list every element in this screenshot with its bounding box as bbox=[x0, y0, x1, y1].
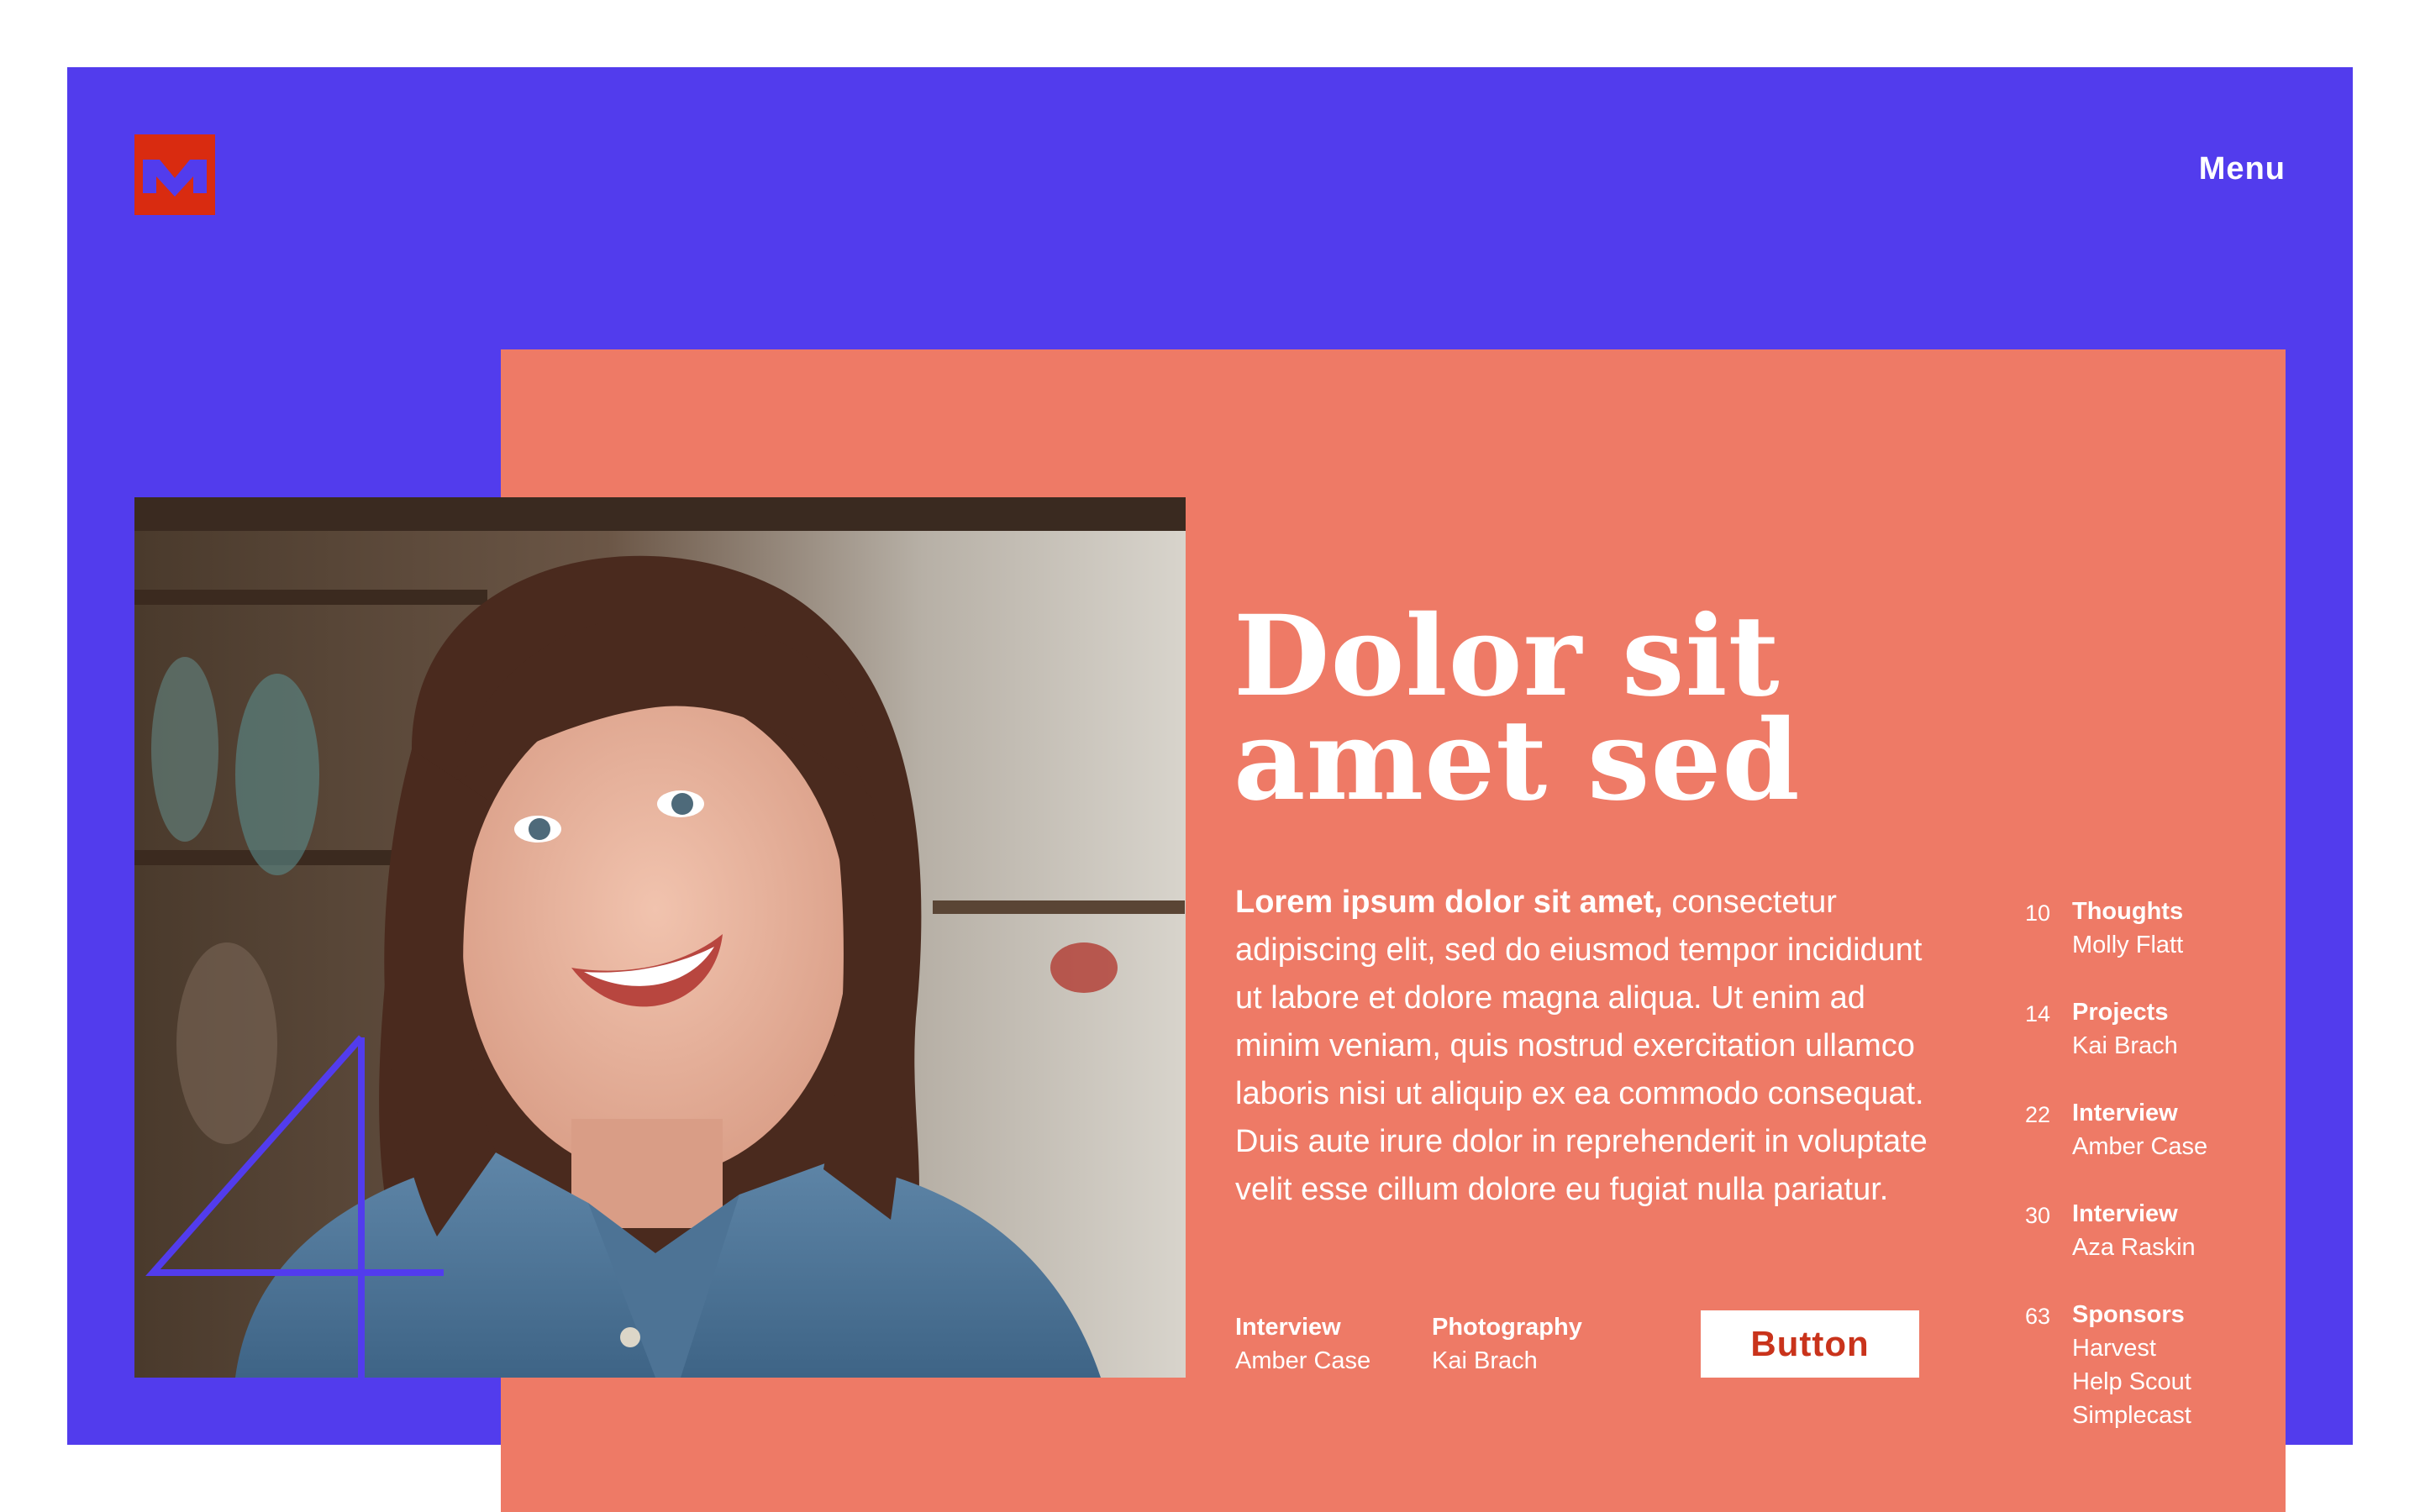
article-lead: Lorem ipsum dolor sit amet, consectetur … bbox=[1235, 879, 1933, 1214]
article-lead-text: consectetur adipiscing elit, sed do eius… bbox=[1235, 885, 1928, 1207]
cta-button[interactable]: Button bbox=[1701, 1310, 1919, 1378]
toc-page-number: 14 bbox=[2025, 1001, 2051, 1026]
menu-button[interactable]: Menu bbox=[2199, 151, 2286, 187]
m-logo-graphic bbox=[143, 160, 207, 197]
credit-interview: Interview Amber Case bbox=[1235, 1310, 1370, 1378]
toc-page-number: 10 bbox=[2025, 900, 2051, 926]
m-logo-icon[interactable] bbox=[134, 134, 215, 215]
toc-author: Molly Flatt bbox=[2072, 932, 2184, 958]
headline-line-2: amet sed bbox=[1234, 696, 1801, 826]
toc-item[interactable]: 63 Sponsors Harvest Help Scout Simplecas… bbox=[2025, 1298, 2244, 1432]
toc-author: Kai Brach bbox=[2072, 1032, 2178, 1059]
credit-name: Kai Brach bbox=[1432, 1347, 1538, 1374]
article-lead-bold: Lorem ipsum dolor sit amet, bbox=[1235, 885, 1663, 920]
toc-author: Aza Raskin bbox=[2072, 1234, 2196, 1261]
toc-title: Thoughts bbox=[2072, 898, 2184, 925]
toc-item[interactable]: 14 Projects Kai Brach bbox=[2025, 995, 2244, 1063]
page-title: Dolor sit amet sed bbox=[1234, 601, 1990, 816]
toc-page-number: 63 bbox=[2025, 1304, 2051, 1329]
toc-page-number: 22 bbox=[2025, 1102, 2051, 1127]
credit-photography: Photography Kai Brach bbox=[1432, 1310, 1582, 1378]
toc-author: Harvest bbox=[2072, 1335, 2156, 1362]
toc-title: Interview bbox=[2072, 1100, 2178, 1126]
page: Menu Dolor sit amet sed Lorem ipsum dolo… bbox=[0, 0, 2420, 1512]
toc-page-number: 30 bbox=[2025, 1203, 2051, 1228]
toc-item[interactable]: 30 Interview Aza Raskin bbox=[2025, 1197, 2244, 1264]
toc-title: Sponsors bbox=[2072, 1301, 2185, 1328]
toc-author: Amber Case bbox=[2072, 1133, 2208, 1160]
toc-item[interactable]: 22 Interview Amber Case bbox=[2025, 1096, 2244, 1163]
credit-name: Amber Case bbox=[1235, 1347, 1371, 1374]
toc-item[interactable]: 10 Thoughts Molly Flatt bbox=[2025, 895, 2244, 962]
table-of-contents: 10 Thoughts Molly Flatt 14 Projects Kai … bbox=[2025, 895, 2244, 1466]
credit-role: Photography bbox=[1432, 1314, 1582, 1341]
toc-author: Simplecast bbox=[2072, 1402, 2191, 1429]
credit-role: Interview bbox=[1235, 1314, 1341, 1341]
toc-title: Projects bbox=[2072, 999, 2169, 1026]
issue-number-graphic: 4 bbox=[145, 1035, 452, 1378]
toc-author: Help Scout bbox=[2072, 1368, 2191, 1395]
toc-title: Interview bbox=[2072, 1200, 2178, 1227]
